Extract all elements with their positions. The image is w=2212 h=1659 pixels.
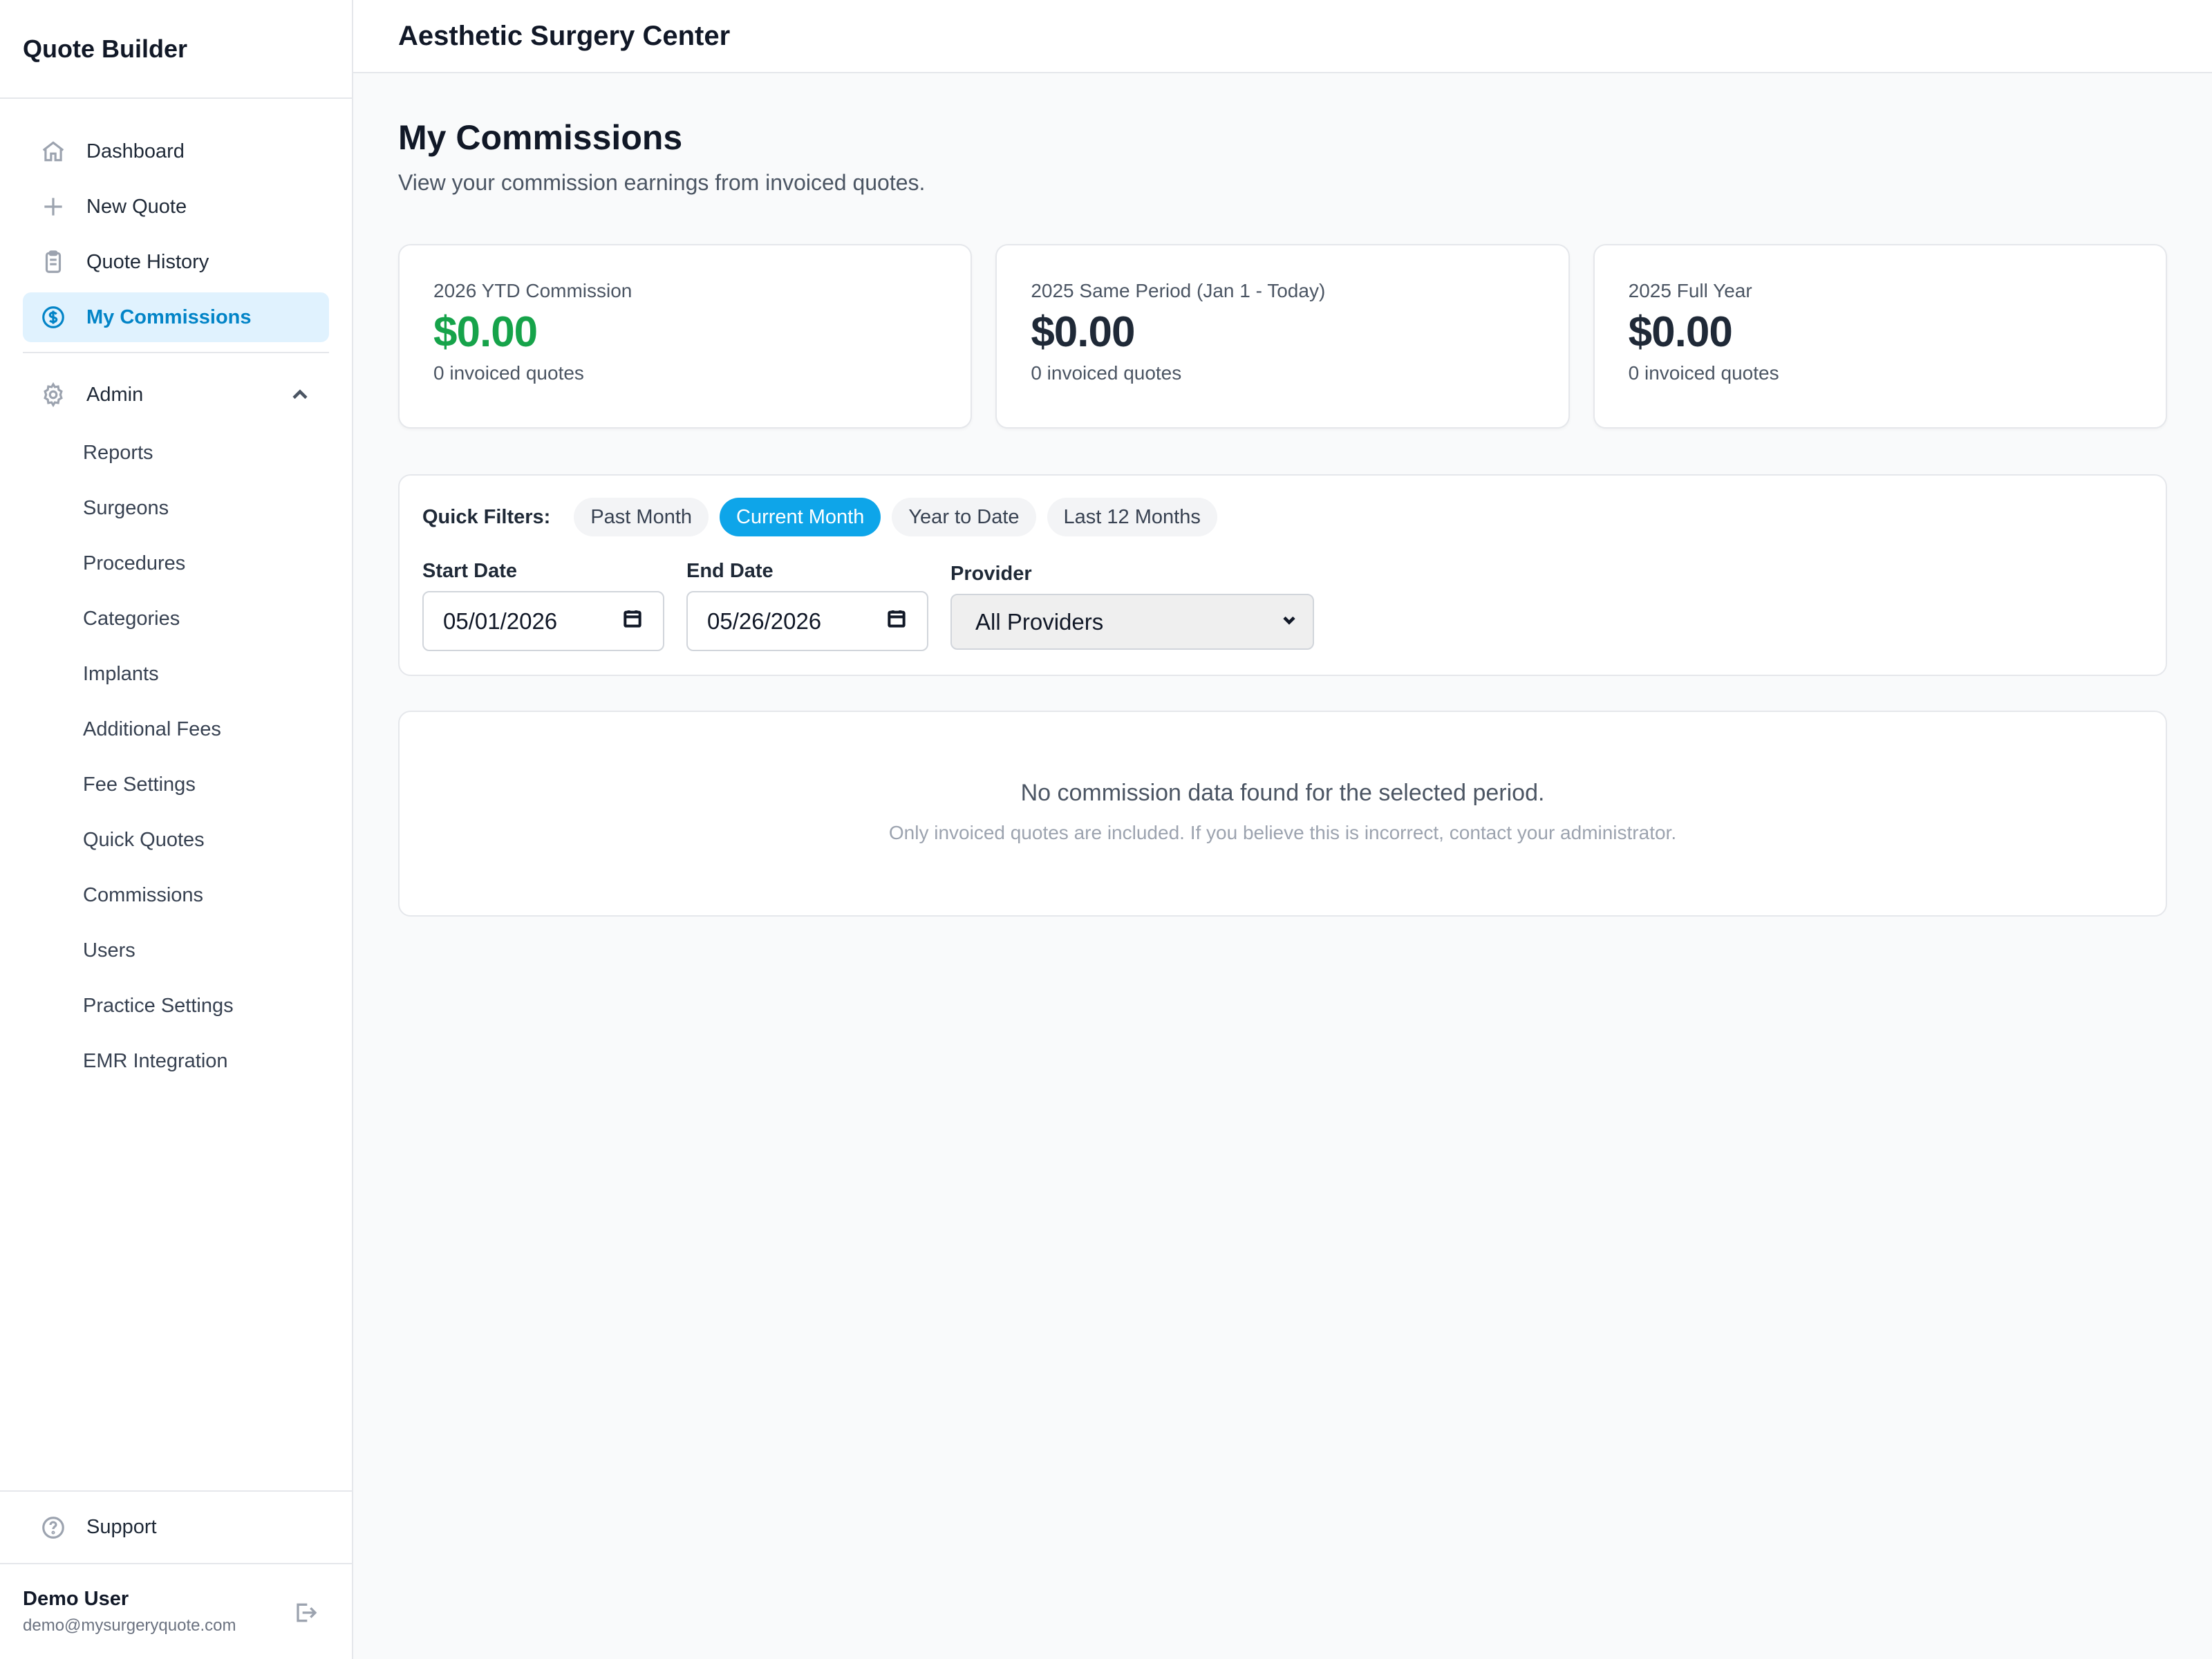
app-root: Quote Builder Dashboard New Quote Quote … bbox=[0, 0, 2212, 1659]
sidebar: Quote Builder Dashboard New Quote Quote … bbox=[0, 0, 353, 1659]
card-value: $0.00 bbox=[1031, 308, 1135, 356]
main-nav: Dashboard New Quote Quote History My Com… bbox=[0, 99, 352, 348]
admin-submenu: Reports Surgeons Procedures Categories I… bbox=[0, 420, 352, 1089]
start-date-label: Start Date bbox=[422, 560, 517, 582]
start-date-value: 05/01/2026 bbox=[443, 608, 558, 634]
ytd-commission-card: 2026 YTD Commission $0.00 0 invoiced quo… bbox=[398, 244, 973, 429]
page-content: My Commissions View your commission earn… bbox=[353, 73, 2212, 917]
admin-item-procedures[interactable]: Procedures bbox=[0, 536, 352, 591]
nav-new-quote[interactable]: New Quote bbox=[23, 182, 329, 232]
start-date-group: Start Date 05/01/2026 bbox=[422, 560, 664, 651]
chevron-down-icon bbox=[1280, 609, 1299, 635]
card-count: 0 invoiced quotes bbox=[1031, 362, 1182, 384]
nav-dashboard-label: Dashboard bbox=[86, 140, 185, 162]
card-value: $0.00 bbox=[1628, 308, 1733, 356]
quick-filter-current-month[interactable]: Current Month bbox=[720, 498, 881, 536]
nav-quote-history-label: Quote History bbox=[86, 250, 209, 273]
summary-cards: 2026 YTD Commission $0.00 0 invoiced quo… bbox=[398, 244, 2167, 429]
card-count: 0 invoiced quotes bbox=[433, 362, 584, 384]
admin-item-emr-integration[interactable]: EMR Integration bbox=[0, 1033, 352, 1089]
support-link[interactable]: Support bbox=[0, 1490, 352, 1564]
admin-item-commissions[interactable]: Commissions bbox=[0, 868, 352, 923]
dollar-circle-icon bbox=[39, 303, 67, 331]
quick-filter-past-month[interactable]: Past Month bbox=[574, 498, 709, 536]
main-area: Aesthetic Surgery Center My Commissions … bbox=[353, 0, 2212, 1659]
start-date-input[interactable]: 05/01/2026 bbox=[422, 591, 664, 651]
admin-item-quick-quotes[interactable]: Quick Quotes bbox=[0, 812, 352, 868]
admin-item-practice-settings[interactable]: Practice Settings bbox=[0, 978, 352, 1033]
end-date-value: 05/26/2026 bbox=[707, 608, 822, 634]
brand-title: Quote Builder bbox=[0, 0, 352, 99]
filters-panel: Quick Filters: Past Month Current Month … bbox=[398, 474, 2167, 676]
support-label: Support bbox=[86, 1516, 157, 1538]
help-circle-icon bbox=[39, 1514, 67, 1541]
full-year-card: 2025 Full Year $0.00 0 invoiced quotes bbox=[1593, 244, 2167, 429]
admin-item-additional-fees[interactable]: Additional Fees bbox=[0, 702, 352, 757]
nav-new-quote-label: New Quote bbox=[86, 195, 187, 218]
chevron-up-icon[interactable] bbox=[288, 382, 312, 407]
card-label: 2025 Full Year bbox=[1628, 280, 1752, 301]
page-title: My Commissions bbox=[398, 118, 683, 157]
admin-item-reports[interactable]: Reports bbox=[0, 425, 352, 480]
home-icon bbox=[39, 138, 67, 165]
admin-item-fee-settings[interactable]: Fee Settings bbox=[0, 757, 352, 812]
empty-state-subtitle: Only invoiced quotes are included. If yo… bbox=[888, 822, 1677, 843]
card-label: 2026 YTD Commission bbox=[433, 280, 632, 301]
quick-filter-last-12-months[interactable]: Last 12 Months bbox=[1047, 498, 1217, 536]
admin-item-users[interactable]: Users bbox=[0, 923, 352, 978]
end-date-group: End Date 05/26/2026 bbox=[686, 560, 928, 651]
empty-state-title: No commission data found for the selecte… bbox=[1020, 780, 1545, 806]
nav-my-commissions[interactable]: My Commissions bbox=[23, 292, 329, 342]
calendar-icon[interactable] bbox=[885, 608, 908, 635]
logout-icon[interactable] bbox=[291, 1599, 319, 1627]
page-subtitle: View your commission earnings from invoi… bbox=[398, 170, 926, 195]
end-date-input[interactable]: 05/26/2026 bbox=[686, 591, 928, 651]
empty-state: No commission data found for the selecte… bbox=[398, 711, 2167, 917]
admin-item-surgeons[interactable]: Surgeons bbox=[0, 480, 352, 536]
nav-dashboard[interactable]: Dashboard bbox=[23, 126, 329, 176]
admin-label: Admin bbox=[86, 383, 144, 406]
admin-section-toggle[interactable]: Admin bbox=[23, 370, 329, 420]
quick-filters-row: Quick Filters: Past Month Current Month … bbox=[422, 498, 2143, 536]
user-panel: Demo User demo@mysurgeryquote.com bbox=[0, 1566, 352, 1659]
filter-fields: Start Date 05/01/2026 End Date 05/26/202… bbox=[422, 560, 2143, 651]
provider-label: Provider bbox=[950, 563, 1032, 585]
provider-value: All Providers bbox=[975, 608, 1104, 635]
provider-group: Provider All Providers bbox=[950, 563, 1314, 651]
clipboard-icon bbox=[39, 248, 67, 276]
same-period-card: 2025 Same Period (Jan 1 - Today) $0.00 0… bbox=[995, 244, 1570, 429]
gear-icon bbox=[39, 381, 67, 409]
nav-divider bbox=[23, 352, 329, 353]
org-header: Aesthetic Surgery Center bbox=[353, 0, 2212, 73]
admin-item-implants[interactable]: Implants bbox=[0, 646, 352, 702]
nav-my-commissions-label: My Commissions bbox=[86, 306, 252, 328]
admin-item-categories[interactable]: Categories bbox=[0, 591, 352, 646]
calendar-icon[interactable] bbox=[621, 608, 644, 635]
card-count: 0 invoiced quotes bbox=[1628, 362, 1779, 384]
card-label: 2025 Same Period (Jan 1 - Today) bbox=[1031, 280, 1326, 301]
plus-icon bbox=[39, 193, 67, 221]
quick-filters-label: Quick Filters: bbox=[422, 505, 551, 528]
card-value: $0.00 bbox=[433, 308, 538, 356]
quick-filter-year-to-date[interactable]: Year to Date bbox=[892, 498, 1036, 536]
end-date-label: End Date bbox=[686, 560, 774, 582]
provider-select[interactable]: All Providers bbox=[950, 594, 1314, 650]
nav-quote-history[interactable]: Quote History bbox=[23, 237, 329, 287]
